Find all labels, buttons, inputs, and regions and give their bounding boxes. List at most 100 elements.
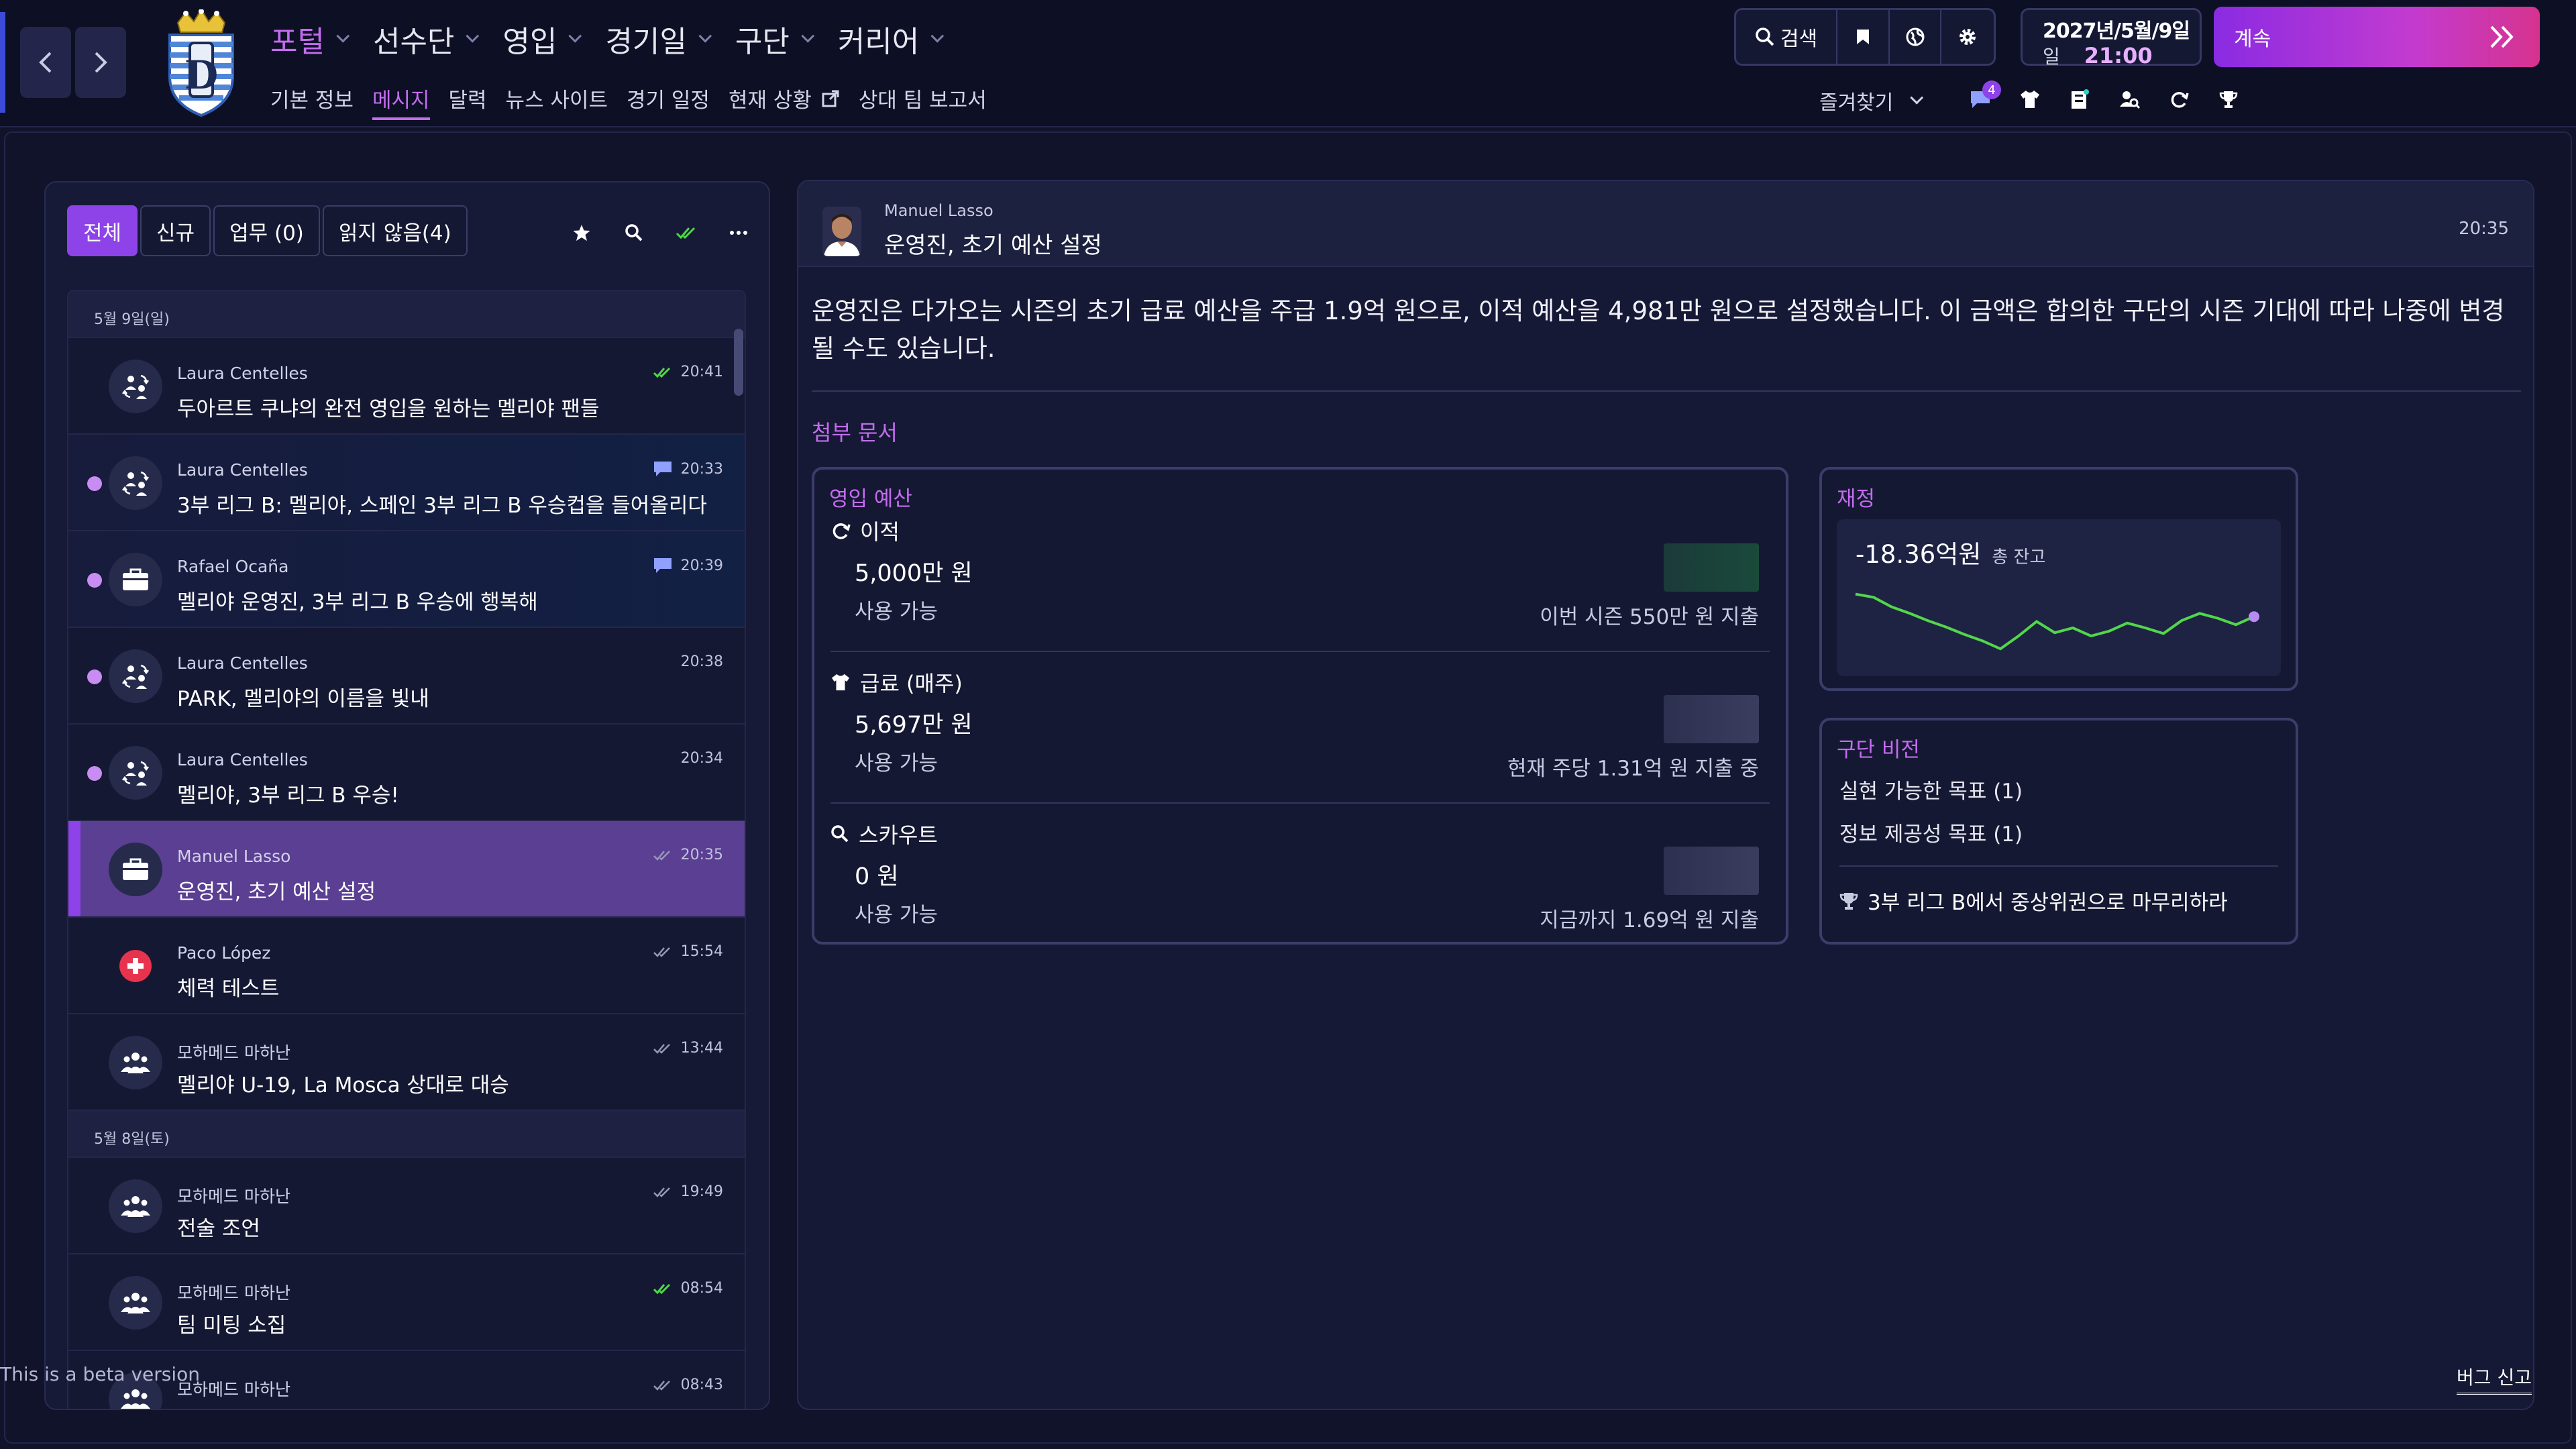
message-row[interactable]: Manuel Lasso 운영진, 초기 예산 설정 20:35	[68, 821, 745, 918]
message-meta: 15:54	[653, 943, 723, 960]
sub-nav-fixtures[interactable]: 경기 일정	[627, 83, 710, 113]
chevron-down-icon	[698, 29, 712, 43]
chevron-down-icon	[801, 29, 814, 43]
tactics-board-icon	[2072, 89, 2089, 109]
refresh-shortcut[interactable]	[2154, 79, 2204, 119]
settings-button[interactable]	[1941, 10, 1994, 64]
main-nav-career[interactable]: 커리어	[837, 17, 945, 60]
finance-card[interactable]: 재정 -18.36억원 총 잔고	[1819, 467, 2298, 691]
sub-nav-opposition-report[interactable]: 상대 팀 보고서	[859, 83, 987, 113]
club-vision-card[interactable]: 구단 비전 실현 가능한 목표 (1) 정보 제공성 목표 (1) 3부 리그 …	[1819, 718, 2298, 945]
message-row[interactable]: 모하메드 마하난 팀 미팅 소집 08:54	[68, 1254, 745, 1351]
divider	[1839, 865, 2278, 867]
message-time: 19:49	[680, 1183, 723, 1200]
tactics-shortcut[interactable]	[2055, 79, 2104, 119]
message-time: 20:35	[2459, 219, 2509, 239]
sub-nav-inbox[interactable]: 메시지	[372, 83, 430, 120]
message-row[interactable]: Laura Centelles 멜리야, 3부 리그 B 우승! 20:34	[68, 724, 745, 821]
message-row[interactable]: Rafael Ocaña 멜리야 운영진, 3부 리그 B 우승에 행복해 20:3…	[68, 531, 745, 628]
trophy-icon	[2219, 91, 2238, 108]
bookmark-icon	[1857, 30, 1869, 44]
continue-button[interactable]: 계속	[2214, 7, 2540, 67]
search-icon	[625, 224, 643, 241]
filter-tasks[interactable]: 업무 (0)	[213, 205, 320, 256]
message-row[interactable]: 모하메드 마하난 멜리야 U-19, La Mosca 상대로 대승 13:44	[68, 1014, 745, 1111]
main-nav-squad[interactable]: 선수단	[373, 17, 480, 60]
main-nav-portal[interactable]: 포털	[270, 17, 350, 60]
filter-unread[interactable]: 읽지 않음(4)	[322, 205, 468, 256]
wage-available: 사용 가능	[855, 751, 938, 775]
message-meta: 08:54	[653, 1280, 723, 1297]
message-subject: 두아르트 쿠냐의 완전 영입을 원하는 멜리야 팬들	[177, 397, 600, 421]
quick-icons: 4	[1955, 79, 2253, 119]
game-date[interactable]: 2027년/5월/9일 일 21:00	[2021, 8, 2202, 68]
scouting-sparkline	[1664, 847, 1759, 895]
sub-nav-status[interactable]: 현재 상황	[729, 83, 840, 113]
vision-goal: 3부 리그 B에서 중상위권으로 마무리하라	[1839, 885, 2228, 916]
vision-informational-goals[interactable]: 정보 제공성 목표 (1)	[1839, 817, 2023, 847]
main-nav-recruitment[interactable]: 영입	[502, 17, 582, 60]
people-search-icon	[2120, 91, 2140, 109]
more-options-button[interactable]	[712, 216, 765, 250]
squad-shortcut[interactable]	[2005, 79, 2055, 119]
read-check-icon	[653, 850, 670, 861]
medical-icon	[109, 939, 162, 993]
main-nav-label: 커리어	[837, 25, 920, 59]
section-label: 급료 (매주)	[860, 671, 963, 696]
star-filter-button[interactable]	[555, 216, 608, 250]
message-time: 20:34	[680, 750, 723, 767]
svg-text:D: D	[184, 52, 218, 98]
date-group-header: 5월 9일(일)	[68, 291, 745, 338]
vision-achievable-goals[interactable]: 실현 가능한 목표 (1)	[1839, 774, 2023, 804]
message-row[interactable]: 모하메드 마하난 전술 조언 19:49	[68, 1158, 745, 1254]
message-meta: 20:33	[653, 460, 723, 478]
staff-icon	[109, 1036, 162, 1089]
favorites-dropdown[interactable]: 즐겨찾기	[1819, 86, 1924, 115]
sub-nav-news[interactable]: 뉴스 사이트	[506, 83, 608, 113]
filter-all[interactable]: 전체	[67, 205, 138, 256]
date-suffix: 일	[2043, 46, 2060, 68]
search-inbox-button[interactable]	[608, 216, 660, 250]
message-sender: 모하메드 마하난	[177, 1187, 290, 1206]
message-meta: 08:43	[653, 1377, 723, 1393]
message-sender: Laura Centelles	[177, 364, 308, 383]
main-nav-label: 경기일	[605, 25, 687, 59]
world-button[interactable]	[1890, 10, 1942, 64]
chevron-down-icon	[930, 29, 945, 43]
messages-shortcut[interactable]: 4	[1955, 79, 2005, 119]
message-time: 13:44	[680, 1040, 723, 1057]
message-row[interactable]: Laura Centelles 두아르트 쿠냐의 완전 영입을 원하는 멜리야 팬…	[68, 338, 745, 435]
sender-photo	[822, 207, 861, 256]
message-subject: 멜리야, 3부 리그 B 우승!	[177, 784, 399, 808]
message-time: 20:39	[680, 557, 723, 574]
message-subject: 3부 리그 B: 멜리야, 스페인 3부 리그 B 우승컵을 들어올리다	[177, 494, 707, 518]
main-nav-club[interactable]: 구단	[735, 17, 814, 60]
forward-button[interactable]	[75, 27, 126, 98]
sub-nav-calendar[interactable]: 달력	[449, 83, 487, 113]
staff-icon	[109, 1276, 162, 1330]
mark-all-read-button[interactable]	[660, 216, 712, 250]
bookmark-button[interactable]	[1837, 10, 1890, 64]
balance-current-point	[2249, 611, 2259, 623]
message-list-scrollbar[interactable]	[734, 329, 743, 396]
back-button[interactable]	[20, 27, 71, 98]
date-text: 2027년/5월/9일	[2043, 19, 2190, 43]
bug-report-link[interactable]: 버그 신고	[2457, 1363, 2532, 1395]
staff-shortcut[interactable]	[2104, 79, 2154, 119]
finance-chart-area: -18.36억원 총 잔고	[1837, 519, 2281, 676]
message-row[interactable]: Laura Centelles PARK, 멜리야의 이름을 빛내 20:38	[68, 628, 745, 724]
message-list[interactable]: 5월 9일(일) Laura Centelles 두아르트 쿠냐의 완전 영입을 원…	[67, 290, 746, 1409]
message-time: 20:38	[680, 653, 723, 670]
filter-new[interactable]: 신규	[140, 205, 211, 256]
main-nav-matchday[interactable]: 경기일	[605, 17, 712, 60]
sub-nav-overview[interactable]: 기본 정보	[270, 83, 354, 113]
main-nav: 포털 선수단 영입 경기일 구단 커리어	[270, 17, 967, 60]
club-crest-logo[interactable]: D	[164, 8, 238, 117]
message-row[interactable]: Laura Centelles 3부 리그 B: 멜리야, 스페인 3부 리그 B…	[68, 435, 745, 531]
recruitment-budget-card[interactable]: 영입 예산 이적 5,000만 원 사용 가능 이번 시즌 550만 원 지출 …	[812, 467, 1788, 945]
message-row[interactable]: Paco López 체력 테스트 15:54	[68, 918, 745, 1014]
trophy-shortcut[interactable]	[2204, 79, 2253, 119]
trophy-icon	[1839, 892, 1858, 910]
search-button[interactable]: 검색	[1736, 10, 1838, 64]
section-label: 이적	[860, 519, 900, 545]
